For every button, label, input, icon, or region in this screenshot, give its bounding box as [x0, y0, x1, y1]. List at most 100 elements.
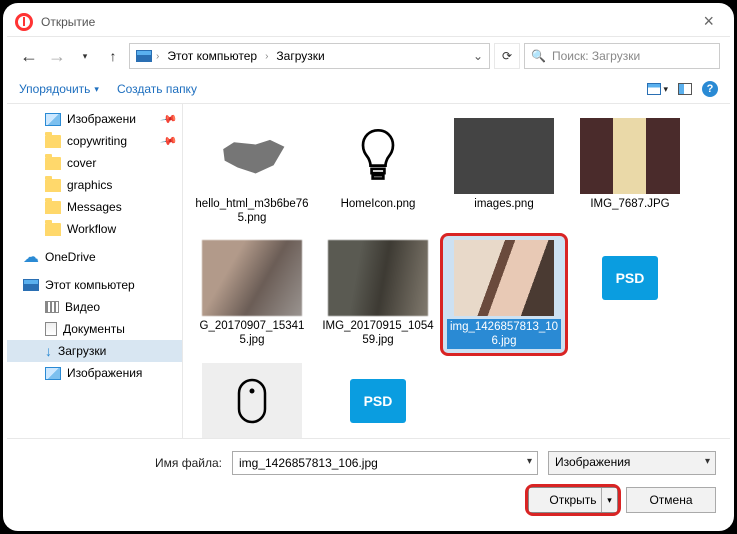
- sidebar-item-label: Изображени: [67, 112, 136, 126]
- window-title: Открытие: [41, 15, 95, 29]
- sidebar-item-label: OneDrive: [45, 250, 96, 264]
- refresh-button[interactable]: ⟳: [494, 43, 520, 69]
- navigation-row: ← → ▾ ↑ › Этот компьютер › Загрузки ⌄ ⟳ …: [7, 37, 730, 75]
- videos-icon: [45, 301, 59, 313]
- file-item[interactable]: hello_html_m3b6be765.png: [191, 114, 313, 230]
- file-thumbnail: PSD: [580, 240, 680, 316]
- file-name: IMG_7687.JPG: [590, 197, 669, 211]
- file-name: IMG_20170915_105459.jpg: [321, 319, 435, 348]
- sidebar-item-label: Изображения: [67, 366, 142, 380]
- file-item[interactable]: HomeIcon.png: [317, 114, 439, 230]
- file-item[interactable]: [191, 359, 313, 438]
- file-item[interactable]: PSD: [317, 359, 439, 438]
- sidebar-item-label: Загрузки: [58, 344, 106, 358]
- breadcrumb[interactable]: Загрузки: [272, 47, 328, 65]
- sidebar-item-label: Workflow: [67, 222, 116, 236]
- sidebar-item[interactable]: Workflow: [7, 218, 182, 240]
- filename-label: Имя файла:: [132, 456, 222, 470]
- titlebar: Открытие ×: [7, 7, 730, 37]
- folder-icon: [45, 179, 61, 192]
- sidebar-item-label: Messages: [67, 200, 122, 214]
- cancel-button[interactable]: Отмена: [626, 487, 716, 513]
- folder-icon: [45, 157, 61, 170]
- preview-pane-button[interactable]: [678, 83, 692, 95]
- sidebar-item-label: Этот компьютер: [45, 278, 135, 292]
- chevron-right-icon: ›: [265, 51, 268, 62]
- file-name: img_1426857813_106.jpg: [447, 319, 561, 349]
- file-type-filter[interactable]: Изображения: [548, 451, 716, 475]
- breadcrumb[interactable]: Этот компьютер: [163, 47, 261, 65]
- search-icon: 🔍: [531, 49, 546, 63]
- file-thumbnail: [580, 118, 680, 194]
- file-name: images.png: [474, 197, 533, 211]
- pc-icon: [23, 279, 39, 291]
- sidebar-item[interactable]: cover: [7, 152, 182, 174]
- new-folder-button[interactable]: Создать папку: [117, 82, 197, 96]
- onedrive-icon: ☁: [23, 251, 39, 264]
- file-name: hello_html_m3b6be765.png: [195, 197, 309, 226]
- yandex-icon: [15, 13, 33, 31]
- sidebar: Изображени 📌 copywriting 📌 cover graphics Mess…: [7, 104, 183, 438]
- sidebar-item[interactable]: Изображения: [7, 362, 182, 384]
- forward-button: →: [45, 44, 69, 68]
- sidebar-item[interactable]: Этот компьютер: [7, 274, 182, 296]
- filename-input[interactable]: [232, 451, 538, 475]
- address-bar[interactable]: › Этот компьютер › Загрузки ⌄: [129, 43, 490, 69]
- pictures-icon: [45, 113, 61, 126]
- file-item[interactable]: PSD: [569, 236, 691, 353]
- pin-icon: 📌: [160, 132, 179, 151]
- chevron-right-icon: ›: [156, 51, 159, 62]
- file-item[interactable]: img_1426857813_106.jpg: [443, 236, 565, 353]
- sidebar-item[interactable]: Изображени 📌: [7, 108, 182, 130]
- sidebar-item[interactable]: copywriting 📌: [7, 130, 182, 152]
- sidebar-item[interactable]: graphics: [7, 174, 182, 196]
- file-thumbnail: [202, 363, 302, 438]
- sidebar-item-label: cover: [67, 156, 96, 170]
- folder-icon: [45, 223, 61, 236]
- toolbar: Упорядочить▾ Создать папку ▾ ?: [7, 75, 730, 104]
- file-name: HomeIcon.png: [341, 197, 416, 211]
- file-item[interactable]: G_20170907_153415.jpg: [191, 236, 313, 353]
- back-button[interactable]: ←: [17, 44, 41, 68]
- chevron-down-icon[interactable]: ⌄: [473, 49, 483, 63]
- organize-button[interactable]: Упорядочить▾: [19, 82, 99, 96]
- pc-icon: [136, 50, 152, 62]
- open-split-icon[interactable]: ▾: [601, 488, 617, 512]
- sidebar-item-label: Видео: [65, 300, 100, 314]
- recent-dropdown[interactable]: ▾: [73, 44, 97, 68]
- file-item[interactable]: IMG_20170915_105459.jpg: [317, 236, 439, 353]
- documents-icon: [45, 322, 57, 336]
- sidebar-item[interactable]: Messages: [7, 196, 182, 218]
- search-placeholder: Поиск: Загрузки: [552, 49, 640, 63]
- bottom-panel: Имя файла: ▾ Изображения ▾ Открыть ▾ Отм…: [7, 438, 730, 527]
- file-thumbnail: [202, 118, 302, 194]
- file-grid[interactable]: hello_html_m3b6be765.png HomeIcon.png imag…: [183, 104, 730, 438]
- pin-icon: 📌: [160, 110, 179, 129]
- sidebar-item-label: copywriting: [67, 134, 127, 148]
- file-thumbnail: PSD: [328, 363, 428, 438]
- file-item[interactable]: images.png: [443, 114, 565, 230]
- open-button[interactable]: Открыть ▾: [528, 487, 618, 513]
- folder-icon: [45, 135, 61, 148]
- close-icon[interactable]: ×: [695, 11, 722, 32]
- file-name: G_20170907_153415.jpg: [195, 319, 309, 348]
- pictures-icon: [45, 367, 61, 380]
- up-button[interactable]: ↑: [101, 44, 125, 68]
- sidebar-item[interactable]: Видео: [7, 296, 182, 318]
- sidebar-item-label: Документы: [63, 322, 125, 336]
- sidebar-item-label: graphics: [67, 178, 112, 192]
- file-thumbnail: [202, 240, 302, 316]
- file-thumbnail: [328, 118, 428, 194]
- sidebar-item[interactable]: ↓ Загрузки: [7, 340, 182, 362]
- view-button[interactable]: ▾: [647, 83, 668, 95]
- file-item[interactable]: IMG_7687.JPG: [569, 114, 691, 230]
- downloads-icon: ↓: [45, 345, 52, 358]
- help-icon[interactable]: ?: [702, 81, 718, 97]
- file-thumbnail: [328, 240, 428, 316]
- file-thumbnail: [454, 118, 554, 194]
- folder-icon: [45, 201, 61, 214]
- file-open-dialog: Открытие × ← → ▾ ↑ › Этот компьютер › За…: [7, 7, 730, 527]
- sidebar-item[interactable]: Документы: [7, 318, 182, 340]
- sidebar-item[interactable]: ☁ OneDrive: [7, 246, 182, 268]
- search-input[interactable]: 🔍 Поиск: Загрузки: [524, 43, 720, 69]
